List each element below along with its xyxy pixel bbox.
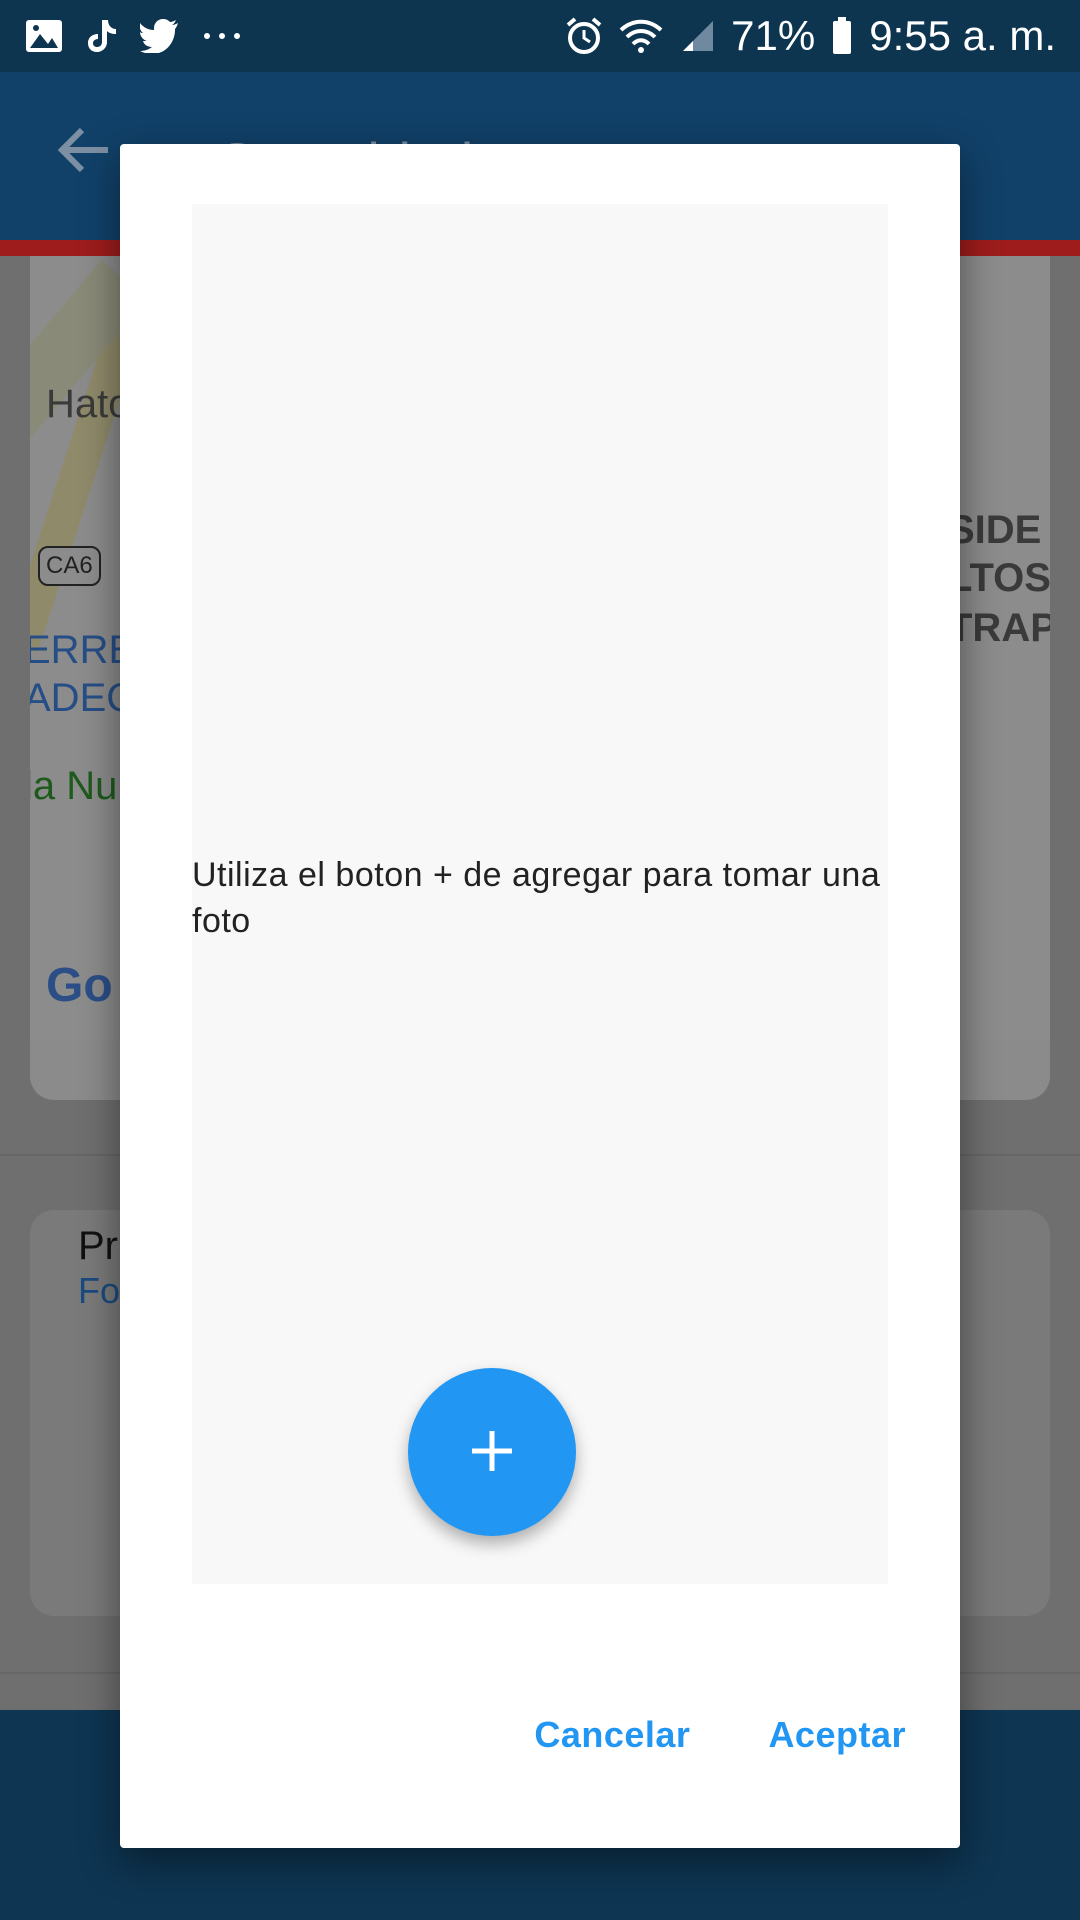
map-label-right-1: SIDE xyxy=(948,508,1042,552)
accept-button[interactable]: Aceptar xyxy=(768,1714,906,1756)
signal-icon xyxy=(679,19,715,53)
tiktok-icon xyxy=(86,18,118,54)
back-arrow-icon[interactable] xyxy=(56,122,112,183)
card-subtitle: Fo xyxy=(78,1270,121,1311)
alarm-icon xyxy=(565,17,603,55)
cancel-button[interactable]: Cancelar xyxy=(534,1714,690,1756)
battery-percent: 71% xyxy=(731,12,816,59)
map-label-right-3: TRAP xyxy=(948,606,1050,650)
status-bar: 71% 9:55 a. m. xyxy=(0,0,1080,72)
hint-text: Utiliza el boton + de agregar para tomar… xyxy=(192,856,881,940)
plus-icon xyxy=(468,1427,516,1478)
status-bar-left xyxy=(24,18,242,54)
photo-dialog: Utiliza el boton + de agregar para tomar… xyxy=(120,144,960,1848)
map-label-hato: Hato xyxy=(46,382,131,426)
battery-icon xyxy=(831,17,853,55)
twitter-icon xyxy=(140,19,180,53)
clock: 9:55 a. m. xyxy=(869,12,1056,59)
status-bar-right: 71% 9:55 a. m. xyxy=(565,12,1056,60)
map-label-right-2: LTOS xyxy=(948,556,1050,600)
map-label-green: la Nu xyxy=(30,764,118,808)
card-title: Pr xyxy=(78,1224,118,1268)
more-icon xyxy=(202,31,242,41)
add-photo-button[interactable] xyxy=(408,1368,576,1536)
route-shield-ca6: CA6 xyxy=(38,546,101,586)
gallery-icon xyxy=(24,18,64,54)
wifi-icon xyxy=(619,18,663,54)
google-logo: Go xyxy=(46,959,113,1012)
photo-area: Utiliza el boton + de agregar para tomar… xyxy=(192,204,888,1584)
dialog-actions: Cancelar Aceptar xyxy=(534,1714,906,1756)
